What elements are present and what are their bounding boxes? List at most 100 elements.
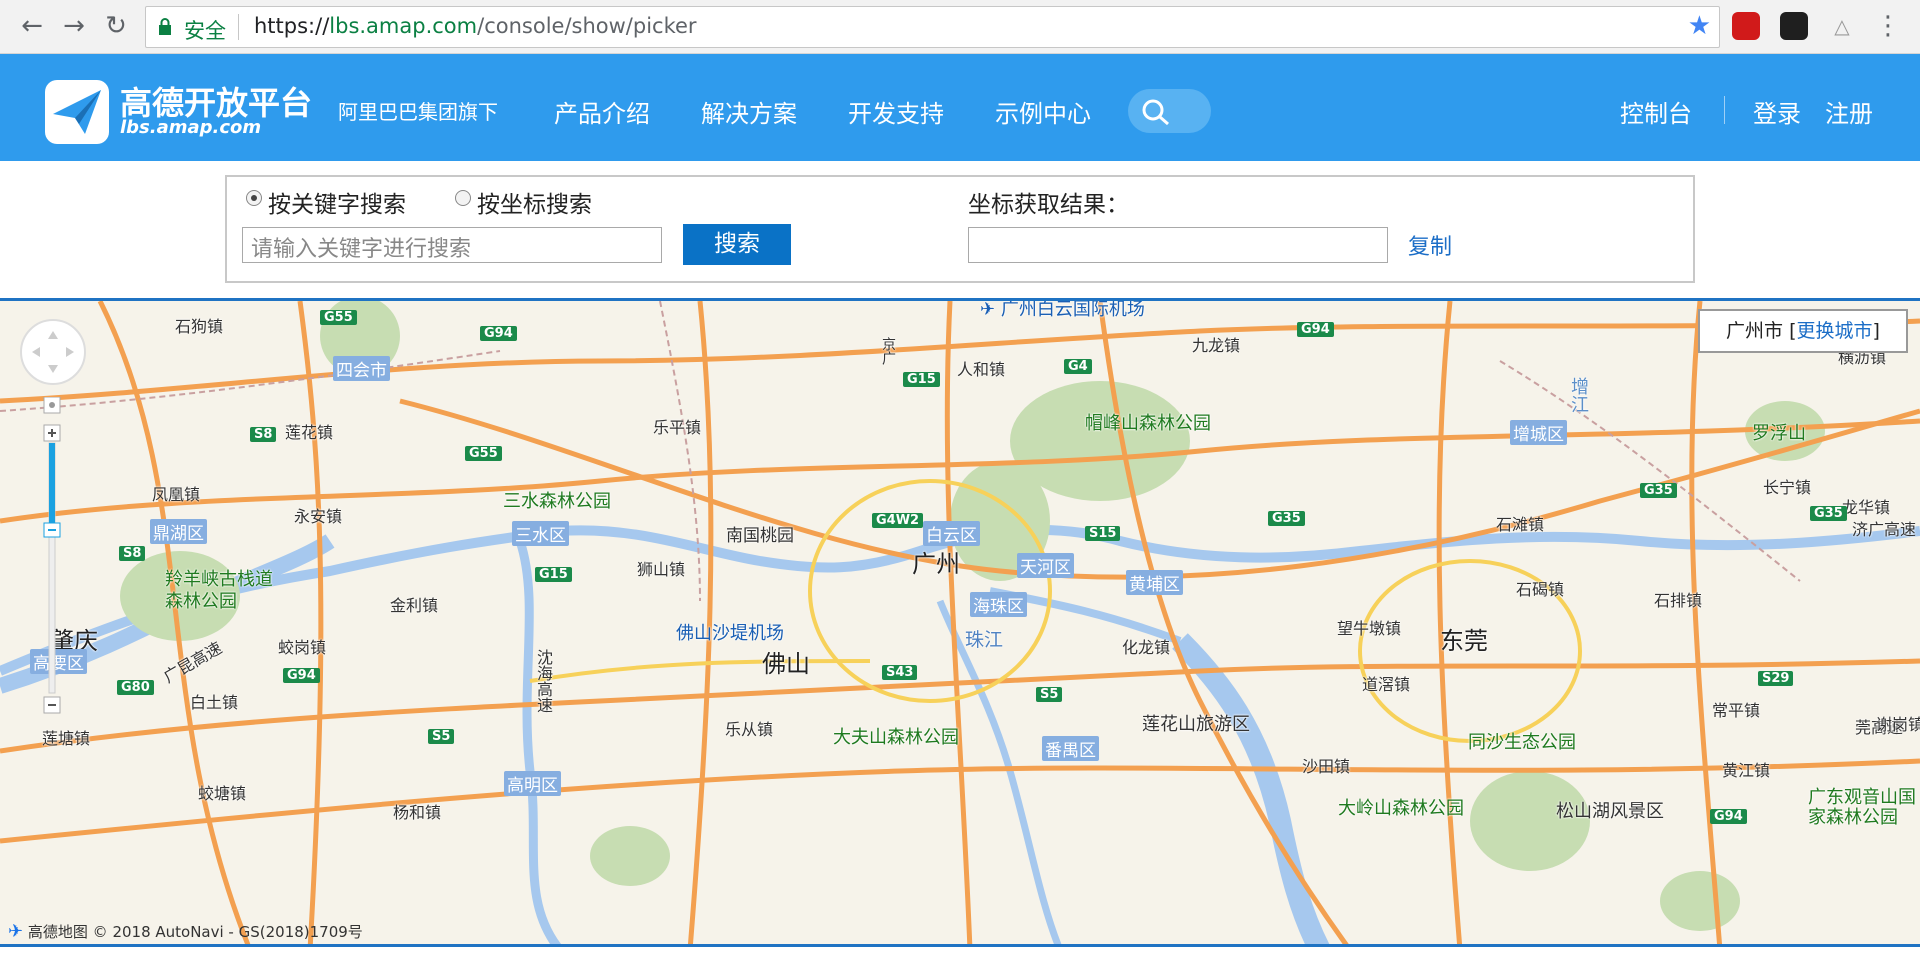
extension-adblock-icon[interactable] bbox=[1732, 12, 1760, 40]
console-link[interactable]: 控制台 bbox=[1620, 94, 1692, 129]
map-label-guanyinshan: 广东观音山国家森林公园 bbox=[1808, 787, 1916, 828]
login-link[interactable]: 登录 bbox=[1753, 94, 1801, 129]
highway-shield: G35 bbox=[1810, 506, 1847, 521]
amap-logo-icon[interactable] bbox=[45, 80, 109, 144]
highway-shield: G55 bbox=[320, 310, 357, 325]
reload-icon[interactable]: ↻ bbox=[100, 10, 132, 42]
highway-shield: G94 bbox=[480, 326, 517, 341]
radio-coordinate-label[interactable]: 按坐标搜索 bbox=[477, 185, 592, 219]
forward-icon[interactable]: → bbox=[58, 10, 90, 42]
airplane-icon: ✈ bbox=[980, 299, 996, 320]
coordinate-result-field[interactable] bbox=[968, 227, 1388, 263]
district-haizhu: 海珠区 bbox=[970, 592, 1027, 617]
district-panyu: 番禺区 bbox=[1042, 736, 1099, 761]
map-label-wangniudun: 望牛墩镇 bbox=[1337, 619, 1402, 638]
map-label-hualong: 化龙镇 bbox=[1122, 638, 1171, 657]
url-divider bbox=[238, 14, 239, 40]
highway-shield: G4W2 bbox=[872, 513, 924, 528]
current-city: 广州市 bbox=[1726, 320, 1784, 342]
district-dinghu: 鼎湖区 bbox=[150, 519, 207, 544]
map-label-liantang: 莲塘镇 bbox=[42, 729, 91, 748]
map-label-dafushan: 大夫山森林公园 bbox=[833, 727, 959, 748]
url-text: https://lbs.amap.com/console/show/picker bbox=[254, 14, 697, 38]
extension-tree-icon[interactable]: △ bbox=[1828, 12, 1856, 40]
group-tagline: 阿里巴巴集团旗下 bbox=[338, 100, 498, 124]
map-label-zengjiang: 增江 bbox=[1568, 377, 1589, 413]
highway-shield: G35 bbox=[1640, 483, 1677, 498]
map-label-shishan: 狮山镇 bbox=[637, 560, 686, 579]
map-label-dongguan: 东莞 bbox=[1440, 627, 1488, 655]
map-label-nanguotaoyuan: 南国桃园 bbox=[726, 526, 794, 546]
map-label-lingyangxia: 羚羊峡古栈道森林公园 bbox=[165, 569, 273, 612]
locate-icon[interactable] bbox=[49, 402, 55, 408]
map-label-baitu: 白土镇 bbox=[190, 693, 239, 712]
site-header: 高德开放平台 lbs.amap.com 阿里巴巴集团旗下 产品介绍 解决方案 开… bbox=[0, 54, 1920, 161]
map-label-longhua: 龙华镇 bbox=[1842, 498, 1891, 517]
search-icon bbox=[1142, 99, 1169, 126]
radio-keyword[interactable] bbox=[246, 190, 262, 206]
paper-plane-icon bbox=[53, 90, 101, 134]
map-label-shenhai: 沈海高速 bbox=[534, 649, 553, 713]
highway-shield: S15 bbox=[1085, 526, 1121, 541]
change-city-link[interactable]: 更换城市 bbox=[1797, 320, 1873, 342]
bookmark-star-icon[interactable]: ★ bbox=[1688, 11, 1711, 41]
zoom-slider[interactable] bbox=[41, 397, 63, 717]
map-label-renhe: 人和镇 bbox=[957, 360, 1006, 379]
city-selector[interactable]: 广州市 [更换城市] bbox=[1698, 309, 1908, 353]
map-label-shijie: 石碣镇 bbox=[1516, 580, 1565, 599]
copy-link[interactable]: 复制 bbox=[1408, 229, 1452, 261]
nav-dev-support[interactable]: 开发支持 bbox=[848, 94, 944, 129]
back-icon[interactable]: ← bbox=[16, 10, 48, 42]
map-label-baiyun-airport-text: 广州白云国际机场 bbox=[1000, 299, 1145, 320]
address-bar[interactable]: 安全 https://lbs.amap.com/console/show/pic… bbox=[145, 6, 1720, 48]
map-label-jiulong: 九龙镇 bbox=[1192, 336, 1241, 355]
map-label-xiegang: 谢岗镇 bbox=[1876, 715, 1920, 734]
radio-keyword-label[interactable]: 按关键字搜索 bbox=[268, 185, 406, 219]
search-button[interactable]: 搜索 bbox=[683, 224, 791, 265]
map-label-yanghe: 杨和镇 bbox=[393, 803, 442, 822]
nav-solutions[interactable]: 解决方案 bbox=[701, 94, 797, 129]
map-label-jingguang: 京广 bbox=[880, 337, 896, 365]
highway-shield: G15 bbox=[903, 372, 940, 387]
map-label-leping: 乐平镇 bbox=[653, 418, 702, 437]
header-search-button[interactable] bbox=[1128, 89, 1211, 133]
logo-subtitle: lbs.amap.com bbox=[120, 117, 262, 138]
map-label-baiyun-airport: ✈ 广州白云国际机场 bbox=[980, 299, 1145, 321]
map-label-zhujiang: 珠江 bbox=[965, 629, 1004, 651]
highway-shield: G94 bbox=[1297, 322, 1334, 337]
pan-control[interactable] bbox=[20, 319, 86, 385]
radio-coordinate[interactable] bbox=[455, 190, 471, 206]
map-label-maofengshan: 帽峰山森林公园 bbox=[1085, 413, 1211, 434]
map-label-jiguang: 济广高速 bbox=[1852, 520, 1917, 539]
amap-mini-logo-icon: ✈ bbox=[8, 921, 24, 942]
district-tianhe: 天河区 bbox=[1017, 553, 1074, 578]
extension-tampermonkey-icon[interactable] bbox=[1780, 12, 1808, 40]
map-label-shipai: 石排镇 bbox=[1654, 591, 1703, 610]
map-label-lianhuashan: 莲花山旅游区 bbox=[1142, 714, 1250, 735]
highway-shield: G55 bbox=[465, 446, 502, 461]
nav-examples[interactable]: 示例中心 bbox=[995, 94, 1091, 129]
highway-shield: S8 bbox=[250, 427, 277, 442]
map-label-foshan-airport: 佛山沙堤机场 bbox=[676, 623, 784, 644]
result-label: 坐标获取结果： bbox=[968, 192, 1129, 218]
map-label-lecong: 乐从镇 bbox=[725, 720, 774, 739]
highway-shield: S8 bbox=[119, 546, 146, 561]
highway-shield: G35 bbox=[1268, 511, 1305, 526]
highway-shield: G94 bbox=[1710, 809, 1747, 824]
nav-products[interactable]: 产品介绍 bbox=[554, 94, 650, 129]
map-label-shigou: 石狗镇 bbox=[175, 317, 224, 336]
map-canvas[interactable]: ✈ 广州白云国际机场 石狗镇 九龙镇 人和镇 帽峰山森林公园 增江 罗浮山 横沥… bbox=[0, 298, 1920, 947]
menu-kebab-icon[interactable]: ⋮ bbox=[1872, 10, 1904, 42]
district-baiyun: 白云区 bbox=[923, 521, 980, 546]
highway-shield: S5 bbox=[428, 729, 455, 744]
map-label-sanshui-park: 三水森林公园 bbox=[503, 491, 611, 512]
map-label-jinli: 金利镇 bbox=[390, 596, 439, 615]
url-scheme: https:// bbox=[254, 14, 330, 38]
url-host: lbs.amap.com bbox=[329, 14, 478, 38]
map-label-daling: 大岭山森林公园 bbox=[1338, 798, 1464, 819]
keyword-input[interactable]: 请输入关键字进行搜索 bbox=[242, 227, 662, 263]
highway-shield: S29 bbox=[1758, 671, 1794, 686]
highway-shield: G80 bbox=[117, 680, 154, 695]
map-label-jiaogang: 蛟岗镇 bbox=[278, 638, 327, 657]
register-link[interactable]: 注册 bbox=[1825, 94, 1873, 129]
